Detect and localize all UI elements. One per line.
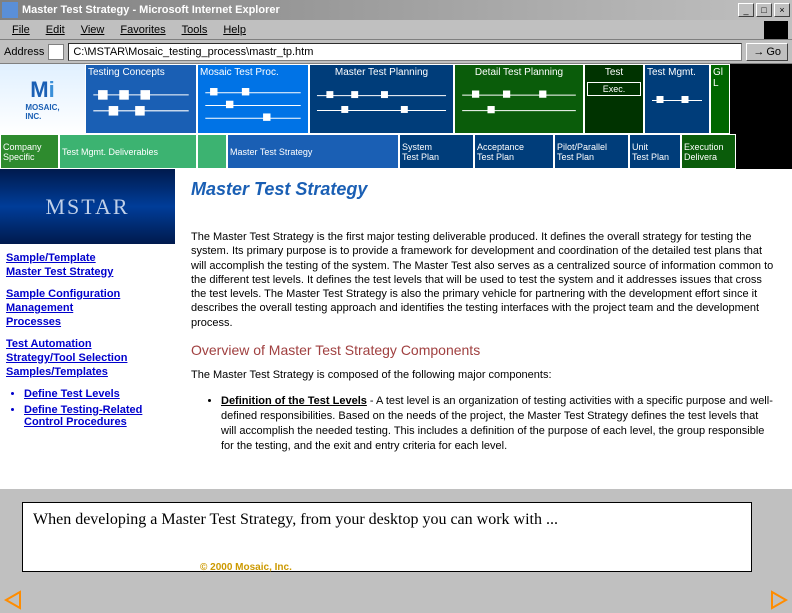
maximize-button[interactable]: □ — [756, 3, 772, 17]
prev-slide-button[interactable] — [2, 590, 24, 610]
next-slide-button[interactable] — [768, 590, 790, 610]
link-sample-config[interactable]: Sample Configuration — [6, 288, 169, 300]
go-button[interactable]: →Go — [746, 43, 788, 61]
link-test-automation[interactable]: Test Automation — [6, 338, 169, 350]
menu-tools[interactable]: Tools — [174, 22, 216, 38]
nav-acceptance-test-plan[interactable]: AcceptanceTest Plan — [474, 134, 554, 169]
link-master-test-strategy[interactable]: Master Test Strategy — [6, 266, 169, 278]
address-input[interactable] — [68, 43, 742, 61]
menu-favorites[interactable]: Favorites — [112, 22, 173, 38]
link-processes[interactable]: Processes — [6, 316, 169, 328]
nav-master-test-strategy[interactable]: Master Test Strategy — [227, 134, 399, 169]
nav-testing-concepts[interactable]: Testing Concepts — [85, 64, 197, 134]
page-icon — [48, 44, 64, 60]
window-titlebar: Master Test Strategy - Microsoft Interne… — [0, 0, 792, 20]
page-heading: Master Test Strategy — [191, 179, 776, 200]
nav-strip-bottom: CompanySpecific Test Mgmt. Deliverables … — [0, 134, 792, 169]
intro-paragraph: The Master Test Strategy is the first ma… — [191, 230, 776, 330]
nav-test-mgmt-deliverables[interactable]: Test Mgmt. Deliverables — [59, 134, 197, 169]
window-title: Master Test Strategy - Microsoft Interne… — [22, 4, 738, 16]
nav-system-test-plan[interactable]: SystemTest Plan — [399, 134, 474, 169]
menu-file[interactable]: File — [4, 22, 38, 38]
nav-pilot-parallel-test-plan[interactable]: Pilot/ParallelTest Plan — [554, 134, 629, 169]
link-define-test-levels[interactable]: Define Test Levels — [24, 388, 169, 400]
link-samples-templates[interactable]: Samples/Templates — [6, 366, 169, 378]
nav-company-specific[interactable]: CompanySpecific — [0, 134, 59, 169]
menu-bar: File Edit View Favorites Tools Help — [0, 20, 792, 40]
nav-test-mgmt[interactable]: Test Mgmt. — [644, 64, 710, 134]
nav-master-test-planning[interactable]: Master Test Planning — [309, 64, 454, 134]
caption-text: When developing a Master Test Strategy, … — [33, 511, 741, 529]
mosaic-logo[interactable]: Mi MOSAIC,INC. — [0, 64, 85, 134]
nav-spacer — [197, 134, 227, 169]
nav-test[interactable]: TestExec. — [584, 64, 644, 134]
copyright-text: © 2000 Mosaic, Inc. — [200, 562, 292, 573]
caption-overlay: When developing a Master Test Strategy, … — [22, 502, 752, 572]
ie-throbber-icon — [764, 21, 788, 39]
mstar-logo: MSTAR — [0, 169, 175, 244]
link-management[interactable]: Management — [6, 302, 169, 314]
address-bar: Address →Go — [0, 40, 792, 64]
close-button[interactable]: × — [774, 3, 790, 17]
menu-edit[interactable]: Edit — [38, 22, 73, 38]
link-strategy-tool[interactable]: Strategy/Tool Selection — [6, 352, 169, 364]
nav-mosaic-test-proc[interactable]: Mosaic Test Proc. — [197, 64, 309, 134]
nav-strip-top: Mi MOSAIC,INC. Testing Concepts Mosaic T… — [0, 64, 792, 134]
overview-intro: The Master Test Strategy is composed of … — [191, 368, 776, 382]
overview-heading: Overview of Master Test Strategy Compone… — [191, 342, 776, 358]
address-label: Address — [4, 46, 44, 58]
ie-icon — [2, 2, 18, 18]
sidebar: MSTAR Sample/Template Master Test Strateg… — [0, 169, 175, 489]
link-sample-template[interactable]: Sample/Template — [6, 252, 169, 264]
component-item: Definition of the Test Levels - A test l… — [221, 394, 776, 453]
menu-help[interactable]: Help — [215, 22, 254, 38]
nav-execution-deliverable[interactable]: ExecutionDelivera — [681, 134, 736, 169]
menu-view[interactable]: View — [73, 22, 113, 38]
link-define-testing-control[interactable]: Define Testing-Related Control Procedure… — [24, 404, 169, 428]
nav-glossary[interactable]: Gl L — [710, 64, 730, 134]
nav-unit-test-plan[interactable]: UnitTest Plan — [629, 134, 681, 169]
main-content: Master Test Strategy The Master Test Str… — [175, 169, 792, 489]
nav-detail-test-planning[interactable]: Detail Test Planning — [454, 64, 584, 134]
minimize-button[interactable]: _ — [738, 3, 754, 17]
content-area: MSTAR Sample/Template Master Test Strateg… — [0, 169, 792, 489]
